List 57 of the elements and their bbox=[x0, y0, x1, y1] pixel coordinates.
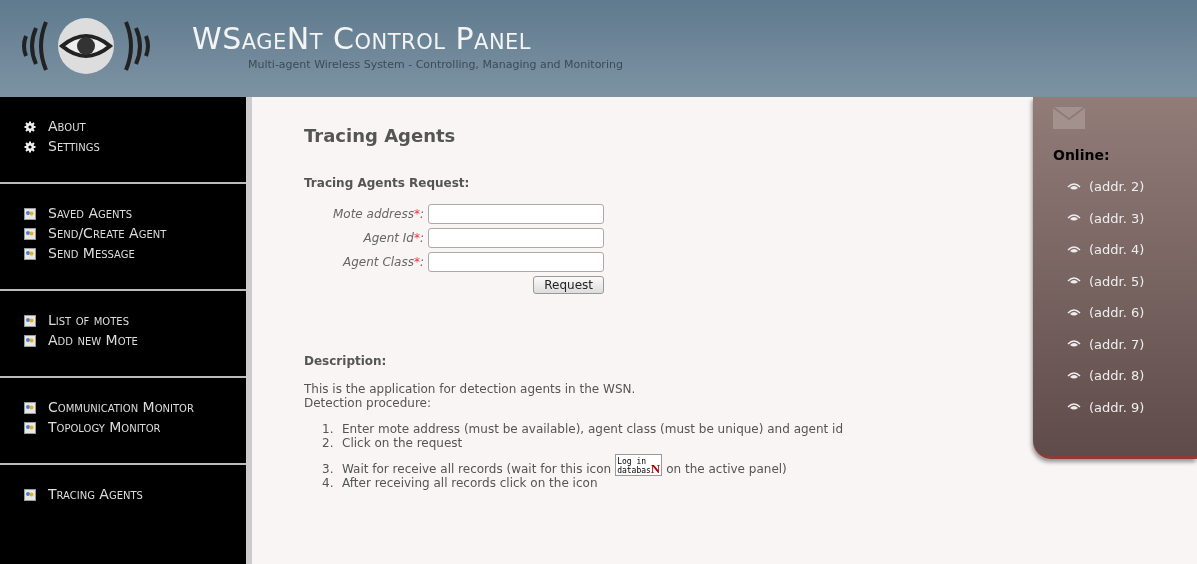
sidebar-link[interactable]: List of motes bbox=[24, 311, 246, 330]
step-text: on the active panel) bbox=[666, 462, 787, 476]
site-subtitle: Multi-agent Wireless System - Controlling, Managing and Monitoring bbox=[248, 57, 623, 71]
sidebar-link[interactable]: Communication Monitor bbox=[24, 398, 246, 417]
step-number: 4. bbox=[322, 476, 335, 490]
eye-icon bbox=[1067, 370, 1081, 381]
field-label: Agent Class*: bbox=[343, 255, 424, 269]
request-button[interactable]: Request bbox=[533, 276, 604, 294]
sidebar-link[interactable]: About bbox=[24, 117, 246, 136]
mote-link[interactable]: (addr. 3) bbox=[1067, 202, 1197, 234]
sidebar-link[interactable]: Tracing Agents bbox=[24, 485, 246, 504]
mote-link[interactable]: (addr. 4) bbox=[1067, 234, 1197, 266]
image-icon bbox=[24, 401, 36, 414]
image-icon bbox=[24, 334, 36, 347]
step-text: Click on the request bbox=[342, 436, 463, 450]
step-text: Enter mote address (must be available), agent class (must be unique) and agent id bbox=[342, 422, 844, 436]
eye-icon bbox=[1067, 307, 1081, 318]
sidebar-link[interactable]: Topology Monitor bbox=[24, 418, 246, 437]
step-text: After receiving all records click on the icon bbox=[342, 476, 598, 490]
sidebar-link[interactable]: Saved Agents bbox=[24, 204, 246, 223]
online-heading: Online: bbox=[1053, 147, 1111, 163]
eye-icon bbox=[1067, 181, 1081, 192]
mote-link[interactable]: (addr. 7) bbox=[1067, 328, 1197, 360]
step-number: 3. bbox=[322, 462, 335, 476]
image-icon bbox=[24, 207, 36, 220]
sidebar-link[interactable]: Send Message bbox=[24, 244, 246, 263]
mote-link[interactable]: (addr. 5) bbox=[1067, 265, 1197, 297]
step-number: 2. bbox=[322, 436, 335, 450]
image-icon bbox=[24, 314, 36, 327]
sidebar-link[interactable]: Send/Create Agent bbox=[24, 224, 246, 243]
description-heading: Description: bbox=[304, 354, 388, 368]
step-number: 1. bbox=[322, 422, 335, 436]
step-text: Wait for receive all records (wait for this icon bbox=[342, 462, 612, 476]
envelope-icon[interactable] bbox=[1053, 107, 1085, 129]
description-text: This is the application for detection agents in the WSN. bbox=[304, 382, 637, 396]
form-heading: Tracing Agents Request: bbox=[304, 176, 471, 190]
page-heading: Tracing Agents bbox=[304, 125, 457, 146]
input-field[interactable] bbox=[428, 252, 604, 272]
gear-icon bbox=[24, 140, 36, 153]
eye-icon bbox=[1067, 244, 1081, 255]
sidebar-link[interactable]: Add new Mote bbox=[24, 331, 246, 350]
field-label: Mote address*: bbox=[332, 207, 424, 221]
image-icon bbox=[24, 247, 36, 260]
mote-link[interactable]: (addr. 9) bbox=[1067, 391, 1197, 423]
description-text: Detection procedure: bbox=[304, 396, 433, 410]
gear-icon bbox=[24, 120, 36, 133]
image-icon bbox=[24, 488, 36, 501]
input-field[interactable] bbox=[428, 228, 604, 248]
field-label: Agent Id*: bbox=[363, 231, 424, 245]
image-icon bbox=[24, 421, 36, 434]
sidebar-link[interactable]: Settings bbox=[24, 137, 246, 156]
mote-link[interactable]: (addr. 6) bbox=[1067, 297, 1197, 329]
image-icon bbox=[24, 227, 36, 240]
site-title: WSageNt Control Panel bbox=[192, 20, 533, 56]
mote-link[interactable]: (addr. 2) bbox=[1067, 171, 1197, 203]
mote-link[interactable]: (addr. 8) bbox=[1067, 360, 1197, 392]
input-field[interactable] bbox=[428, 204, 604, 224]
